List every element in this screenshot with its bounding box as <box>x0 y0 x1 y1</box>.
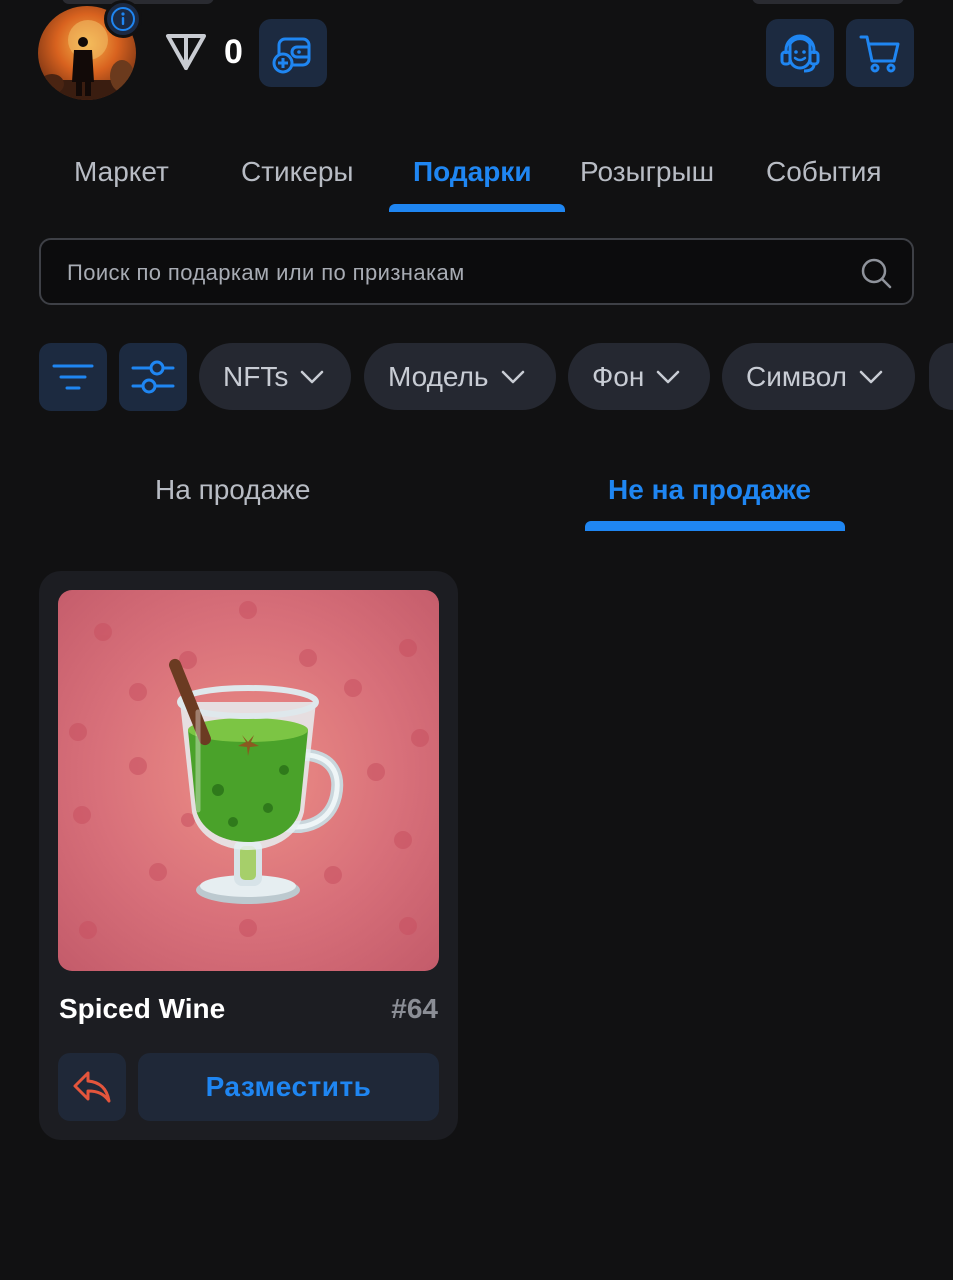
list-for-sale-button[interactable]: Разместить <box>138 1053 439 1121</box>
subtab-on-sale[interactable]: На продаже <box>155 470 310 510</box>
filter-symbol-dropdown[interactable]: Символ <box>722 343 915 410</box>
sort-lines-icon <box>52 364 94 390</box>
filter-settings-button[interactable] <box>119 343 187 411</box>
filter-nfts-dropdown[interactable]: NFTs <box>199 343 351 410</box>
tab-events[interactable]: События <box>766 152 882 192</box>
top-edge-element-right <box>752 0 904 4</box>
filter-label: NFTs <box>223 360 289 392</box>
support-headset-icon <box>780 34 820 73</box>
search-icon[interactable] <box>860 257 892 289</box>
support-button[interactable] <box>766 19 834 87</box>
gift-name: Spiced Wine <box>59 993 226 1024</box>
wallet-add-button[interactable] <box>259 19 327 87</box>
sliders-icon <box>131 360 175 394</box>
spiced-wine-glass <box>169 658 344 904</box>
chevron-down-icon <box>657 370 680 383</box>
tab-market[interactable]: Маркет <box>74 152 169 192</box>
chevron-down-icon <box>301 370 324 383</box>
filter-background-dropdown[interactable]: Фон <box>568 343 710 410</box>
cart-button[interactable] <box>846 19 914 87</box>
filter-label: Фон <box>592 360 645 392</box>
tab-stickers[interactable]: Стикеры <box>241 152 354 192</box>
balance-value: 0 <box>224 33 243 71</box>
info-icon[interactable] <box>104 0 142 38</box>
ton-icon <box>164 32 208 72</box>
chevron-down-icon <box>501 370 524 383</box>
sort-button[interactable] <box>39 343 107 411</box>
gift-number: #64 <box>391 993 438 1024</box>
tab-gifts[interactable]: Подарки <box>413 152 532 192</box>
cart-icon <box>859 35 900 73</box>
share-reply-icon <box>73 1071 111 1103</box>
transfer-button[interactable] <box>58 1053 126 1121</box>
active-tab-indicator <box>389 204 565 212</box>
gift-image[interactable] <box>58 590 439 971</box>
filter-label: Модель <box>388 360 489 392</box>
filter-model-dropdown[interactable]: Модель <box>364 343 556 410</box>
wallet-add-icon <box>272 37 311 74</box>
chevron-down-icon <box>859 370 883 383</box>
gift-card[interactable]: Spiced Wine #64 Разместить <box>39 571 458 1140</box>
subtab-not-on-sale[interactable]: Не на продаже <box>608 470 811 510</box>
search-bar[interactable] <box>39 238 914 305</box>
filter-more-chip[interactable] <box>929 343 953 410</box>
tab-giveaway[interactable]: Розыгрыш <box>580 152 714 192</box>
active-subtab-indicator <box>585 521 845 531</box>
filter-label: Символ <box>746 360 847 392</box>
top-edge-element-left <box>62 0 214 4</box>
search-input[interactable] <box>65 240 849 305</box>
